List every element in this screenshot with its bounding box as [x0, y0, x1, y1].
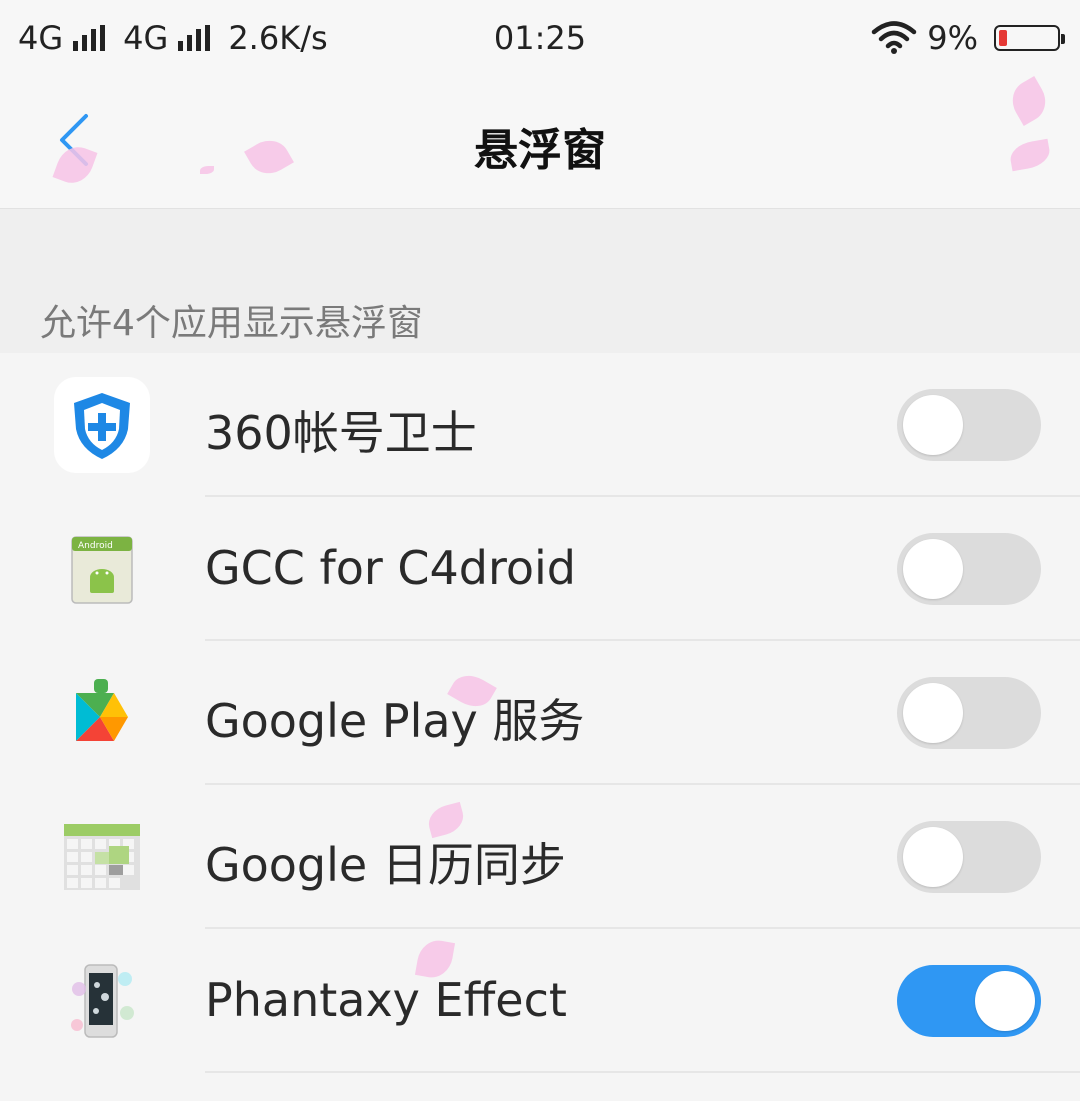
app-list: 360帐号卫士 Android GCC for C4droid Google P…	[0, 353, 1080, 1073]
app-name: Google Play 服务	[205, 694, 585, 748]
overlay-toggle[interactable]	[897, 389, 1041, 461]
overlay-toggle[interactable]	[897, 677, 1041, 749]
phantaxy-phone-icon	[54, 953, 150, 1049]
overlay-toggle[interactable]	[897, 821, 1041, 893]
app-name: 360帐号卫士	[205, 406, 477, 460]
toggle-knob	[975, 971, 1035, 1031]
list-item[interactable]: Google 日历同步	[0, 785, 1080, 929]
section-title: 允许4个应用显示悬浮窗	[40, 303, 423, 344]
battery-level	[999, 30, 1007, 46]
toggle-knob	[903, 395, 963, 455]
wifi-icon	[871, 21, 917, 54]
overlay-toggle[interactable]	[897, 533, 1041, 605]
status-right: 9%	[871, 18, 1065, 58]
calendar-sync-icon	[54, 809, 150, 905]
android-app-icon: Android	[54, 521, 150, 617]
list-item[interactable]: Phantaxy Effect	[0, 929, 1080, 1073]
status-bar: 4G 4G 2.6K/s 01:25 9%	[0, 0, 1080, 76]
battery-percent: 9%	[927, 19, 978, 57]
list-item[interactable]: 360帐号卫士	[0, 353, 1080, 497]
google-play-services-icon	[54, 665, 150, 761]
toggle-knob	[903, 827, 963, 887]
list-item[interactable]: Android GCC for C4droid	[0, 497, 1080, 641]
battery-icon	[994, 25, 1065, 51]
toggle-knob	[903, 539, 963, 599]
overlay-toggle[interactable]	[897, 965, 1041, 1037]
toggle-knob	[903, 683, 963, 743]
app-name: Google 日历同步	[205, 838, 566, 892]
app-name: Phantaxy Effect	[205, 973, 567, 1027]
svg-text:Android: Android	[78, 541, 113, 551]
divider	[205, 1071, 1080, 1073]
list-item[interactable]: Google Play 服务	[0, 641, 1080, 785]
360-shield-icon	[54, 377, 150, 473]
app-name: GCC for C4droid	[205, 541, 576, 595]
title-bar: 悬浮窗	[0, 76, 1080, 209]
page-title: 悬浮窗	[474, 125, 606, 176]
